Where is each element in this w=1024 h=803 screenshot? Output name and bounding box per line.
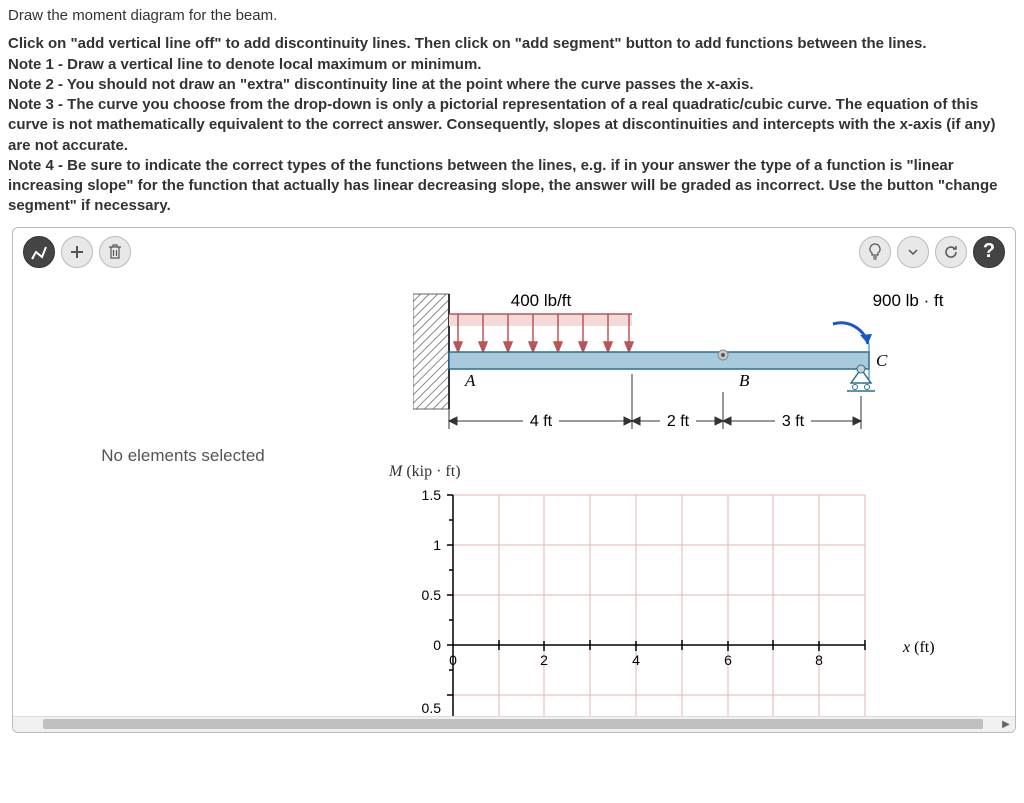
- moment-label: 900 lb · ft: [873, 291, 944, 310]
- selection-panel: No elements selected: [13, 276, 353, 732]
- instructions-block: Draw the moment diagram for the beam. Cl…: [0, 0, 1024, 227]
- diagram-panel[interactable]: 400 lb/ft: [353, 276, 1015, 732]
- load-label: 400 lb/ft: [511, 291, 572, 310]
- xtick-6: 6: [724, 652, 732, 668]
- help-button[interactable]: ?: [973, 236, 1005, 268]
- toolbar: ?: [13, 228, 1015, 276]
- ytick-5: 0.5: [422, 700, 442, 716]
- pencil-line-icon: [30, 243, 48, 261]
- x-axis-label: x (ft): [902, 639, 935, 656]
- draw-tool-button[interactable]: [23, 236, 55, 268]
- xtick-4: 4: [632, 652, 640, 668]
- xtick-8: 8: [815, 652, 823, 668]
- instruction-p1: Click on "add vertical line off" to add …: [8, 34, 1016, 54]
- task-title: Draw the moment diagram for the beam.: [8, 6, 1016, 26]
- instruction-note1: Note 1 - Draw a vertical line to denote …: [8, 55, 1016, 75]
- dim2: 2 ft: [667, 413, 690, 430]
- xtick-0: 0: [449, 652, 457, 668]
- ytick-1: 1.5: [422, 487, 442, 503]
- point-a: A: [464, 371, 476, 390]
- hint-button[interactable]: [859, 236, 891, 268]
- chart-plot[interactable]: 1.5 1 0.5 0 0.5: [413, 485, 973, 720]
- horizontal-scrollbar[interactable]: ▶: [13, 716, 1015, 732]
- workspace: ? No elements selected 400 lb/ft: [12, 227, 1016, 733]
- xtick-2: 2: [540, 652, 548, 668]
- dropdown-button[interactable]: [897, 236, 929, 268]
- ytick-4: 0: [433, 637, 441, 653]
- question-icon: ?: [983, 240, 995, 263]
- dim3: 3 ft: [782, 413, 805, 430]
- scroll-right-icon[interactable]: ▶: [999, 717, 1013, 731]
- refresh-icon: [943, 244, 959, 260]
- scrollbar-thumb[interactable]: [43, 719, 983, 729]
- point-b: B: [739, 371, 750, 390]
- y-axis-label: M (kip · ft): [389, 463, 1005, 481]
- lightbulb-icon: [867, 243, 883, 261]
- ytick-3: 0.5: [422, 587, 442, 603]
- instruction-note3: Note 3 - The curve you choose from the d…: [8, 95, 1016, 156]
- beam-figure: 400 lb/ft: [413, 284, 973, 449]
- instruction-note4: Note 4 - Be sure to indicate the correct…: [8, 156, 1016, 217]
- selection-status: No elements selected: [101, 446, 264, 466]
- dim1: 4 ft: [530, 413, 553, 430]
- chevron-down-icon: [907, 246, 919, 258]
- ytick-2: 1: [433, 537, 441, 553]
- point-c: C: [876, 351, 888, 370]
- trash-icon: [108, 244, 122, 260]
- delete-button[interactable]: [99, 236, 131, 268]
- add-button[interactable]: [61, 236, 93, 268]
- reset-button[interactable]: [935, 236, 967, 268]
- plus-icon: [69, 244, 85, 260]
- instruction-note2: Note 2 - You should not draw an "extra" …: [8, 75, 1016, 95]
